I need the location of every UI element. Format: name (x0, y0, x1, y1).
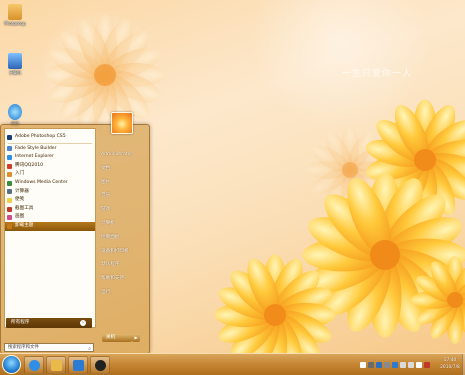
program-label: 腾讯QQ2010 (15, 162, 44, 168)
start-menu-program-item[interactable]: Internet Explorer (5, 153, 95, 162)
program-label: Windows Media Center (15, 179, 68, 185)
start-menu-link[interactable]: 运行... (97, 286, 149, 300)
taskbar-button[interactable] (46, 356, 66, 374)
start-menu-link[interactable]: 音乐 (97, 189, 149, 203)
ie-icon (7, 154, 12, 160)
style-builder-icon (7, 146, 12, 152)
clock[interactable]: 17:40 2010/7/8 (438, 357, 462, 371)
keyboard-icon[interactable] (368, 362, 374, 368)
clock-time: 17:40 (443, 358, 457, 363)
start-menu-link[interactable]: 设备和打印机 (97, 245, 149, 259)
program-label: 卸载主题 (15, 222, 34, 228)
desktop-icon-computer[interactable]: 计算机 (3, 53, 27, 76)
start-menu-links: Administrator 文档 图片 音乐 游戏 计算机 控制面板 设备和打印机 默认程序 帮助… (97, 148, 149, 300)
program-label: Internet Explorer (15, 154, 54, 160)
ime-icon[interactable] (392, 362, 398, 368)
start-menu-program-item[interactable]: 卸载主题 (5, 221, 95, 231)
flag-icon[interactable] (416, 362, 422, 368)
calculator-icon (7, 189, 12, 195)
shutdown-button[interactable]: 关机 (102, 334, 132, 342)
program-label: 计算器 (15, 188, 29, 194)
start-menu-program-item[interactable]: 截图工具 (5, 205, 95, 214)
search-placeholder: 搜索程序和文件 (8, 345, 39, 350)
shutdown-options-button[interactable]: ▶ (132, 334, 140, 342)
start-menu-program-item[interactable]: 画图 (5, 213, 95, 222)
start-menu-program-item[interactable]: Windows Media Center (5, 179, 95, 188)
start-menu-links-pane: Administrator 文档 图片 音乐 游戏 计算机 控制面板 设备和打印机 默认程序 帮助… (97, 128, 149, 353)
arrow-right-icon: › (80, 320, 86, 326)
search-icon: ⌕ (88, 346, 91, 352)
ie-icon (29, 360, 40, 371)
program-label: Adobe Photoshop CS5 (15, 134, 66, 139)
start-menu-program-item[interactable]: 入门 (5, 170, 95, 179)
taskbar-button[interactable] (24, 356, 44, 374)
program-label: 画图 (15, 214, 25, 220)
clock-date: 2010/7/8 (440, 365, 460, 370)
media-center-icon (7, 180, 12, 186)
explorer-icon (51, 360, 62, 371)
recent-programs: Fade Style Builder Internet Explorer 腾讯QQ2… (5, 145, 95, 231)
volume-icon[interactable] (408, 362, 414, 368)
getting-started-icon (7, 172, 12, 178)
wallpaper-watermark: 一生只爱你一人 (342, 69, 413, 79)
pinned-programs: Adobe Photoshop CS5 (5, 129, 95, 142)
uninstall-theme-icon (7, 223, 12, 229)
user-picture[interactable] (111, 112, 133, 134)
all-programs-button[interactable]: 所有程序 › (6, 318, 92, 328)
start-menu-link[interactable]: 默认程序 (97, 258, 149, 272)
start-menu-program-item[interactable]: 腾讯QQ2010 (5, 162, 95, 171)
start-menu-link[interactable]: 文档 (97, 162, 149, 176)
system-tray (360, 358, 436, 372)
pinned-separator (8, 142, 92, 144)
qq-icon (7, 163, 12, 169)
start-menu-program-item[interactable]: 计算器 (5, 188, 95, 197)
tray-app-icon[interactable] (424, 362, 430, 368)
adobe-folder-icon (8, 4, 22, 20)
start-menu-programs-pane: Adobe Photoshop CS5 Fade Style Builder In… (4, 128, 96, 328)
photoshop-icon (7, 134, 12, 140)
start-menu-link[interactable]: 控制面板 (97, 231, 149, 245)
start-menu-link[interactable]: 游戏 (97, 203, 149, 217)
start-menu-program-item[interactable]: Adobe Photoshop CS5 (5, 133, 95, 142)
program-label: Fade Style Builder (15, 145, 57, 151)
desktop-icon-photoshop[interactable]: Photoshop (3, 4, 27, 26)
qq-icon (95, 360, 106, 371)
tray-settings-icon[interactable] (384, 362, 390, 368)
language-icon[interactable] (360, 362, 366, 368)
network-icon[interactable] (400, 362, 406, 368)
desktop-icon-label: 计算机 (9, 70, 21, 75)
start-menu-link[interactable]: 帮助和支持 (97, 272, 149, 286)
start-menu-program-item[interactable]: 便笺 (5, 196, 95, 205)
media-player-icon (73, 360, 84, 371)
taskbar-button[interactable] (90, 356, 110, 374)
computer-icon (8, 53, 22, 69)
start-button[interactable] (2, 355, 21, 374)
program-label: 入门 (15, 171, 25, 177)
taskbar: 17:40 2010/7/8 (0, 353, 465, 375)
ie-icon (8, 104, 22, 120)
sticky-notes-icon (7, 197, 12, 203)
taskbar-button[interactable] (68, 356, 88, 374)
desktop-icon-label: Photoshop (4, 21, 26, 26)
start-search-input[interactable]: 搜索程序和文件 ⌕ (4, 343, 94, 352)
start-menu-link[interactable]: 图片 (97, 176, 149, 190)
all-programs-label: 所有程序 (11, 320, 30, 325)
shutdown-label: 关机 (106, 335, 116, 340)
start-menu-link[interactable]: Administrator (97, 148, 149, 162)
program-label: 便笺 (15, 197, 25, 203)
help-icon[interactable] (376, 362, 382, 368)
paint-icon (7, 215, 12, 221)
program-label: 截图工具 (15, 205, 34, 211)
start-menu-link[interactable]: 计算机 (97, 217, 149, 231)
snipping-tool-icon (7, 206, 12, 212)
chevron-right-icon: ▶ (134, 335, 138, 340)
start-menu-program-item[interactable]: Fade Style Builder (5, 145, 95, 154)
